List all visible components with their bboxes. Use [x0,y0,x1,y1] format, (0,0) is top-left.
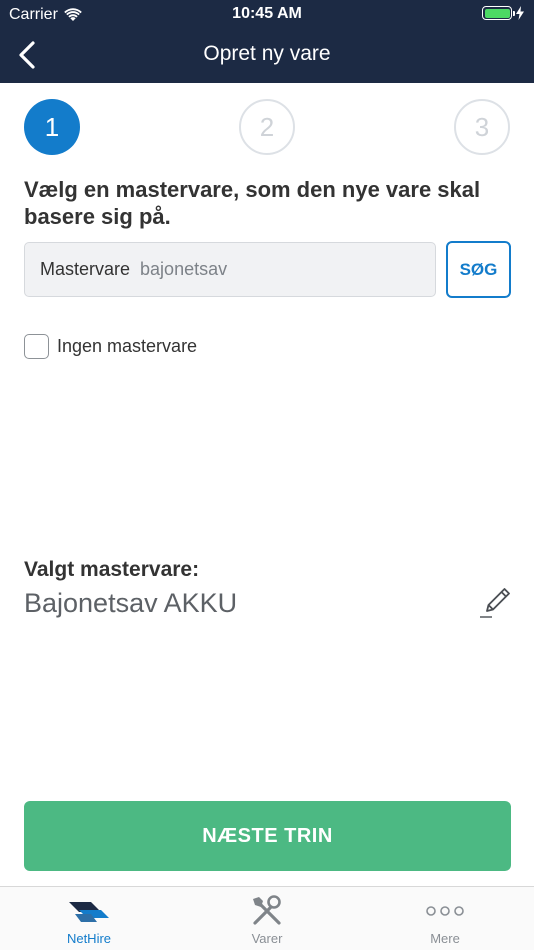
tab-varer[interactable]: Varer [178,887,356,950]
next-step-button[interactable]: NÆSTE TRIN [24,801,511,871]
mastervare-label: Mastervare [40,259,131,279]
step-2-indicator: 2 [239,99,295,155]
battery-tip [513,11,515,16]
mastervare-field[interactable]: Mastervare [24,242,436,297]
tab-nethire-icon-wrap [67,891,111,931]
no-master-checkbox[interactable] [24,334,49,359]
battery-fill [484,8,510,18]
tab-bar: NetHire Varer Mere [0,886,534,950]
nethire-logo-icon [69,902,109,922]
pencil-icon [480,588,510,618]
tools-icon [253,895,281,925]
page-title: Opret ny vare [203,42,331,65]
mastervare-input[interactable] [140,259,401,280]
tab-mere[interactable]: Mere [356,887,534,950]
selected-master-label: Valgt mastervare: [24,558,200,581]
search-button[interactable]: SØG [446,241,511,298]
more-dots-icon [426,906,464,916]
step-1-indicator: 1 [24,99,80,155]
tab-varer-icon-wrap [249,891,285,931]
no-master-label: Ingen mastervare [57,336,198,356]
selected-master-value: Bajonetsav AKKU [24,588,238,618]
no-master-checkbox-row[interactable]: Ingen mastervare [24,334,197,359]
edit-button[interactable] [478,584,514,620]
status-time: 10:45 AM [232,5,302,22]
battery-icon [482,6,515,20]
instruction-text: Vælg en mastervare, som den nye vare ska… [24,177,481,229]
navigation-bar: Opret ny vare [0,28,534,83]
battery-indicator [482,6,524,20]
charging-icon [516,6,524,20]
tab-varer-label: Varer [251,931,283,946]
tab-nethire[interactable]: NetHire [0,887,178,950]
top-bar: Carrier 10:45 AM Opret ny vare [0,0,534,83]
tab-mere-label: Mere [430,931,460,946]
step-3-indicator: 3 [454,99,510,155]
tab-nethire-label: NetHire [66,931,112,946]
tab-mere-icon-wrap [425,891,465,931]
status-bar: Carrier 10:45 AM [0,0,534,28]
